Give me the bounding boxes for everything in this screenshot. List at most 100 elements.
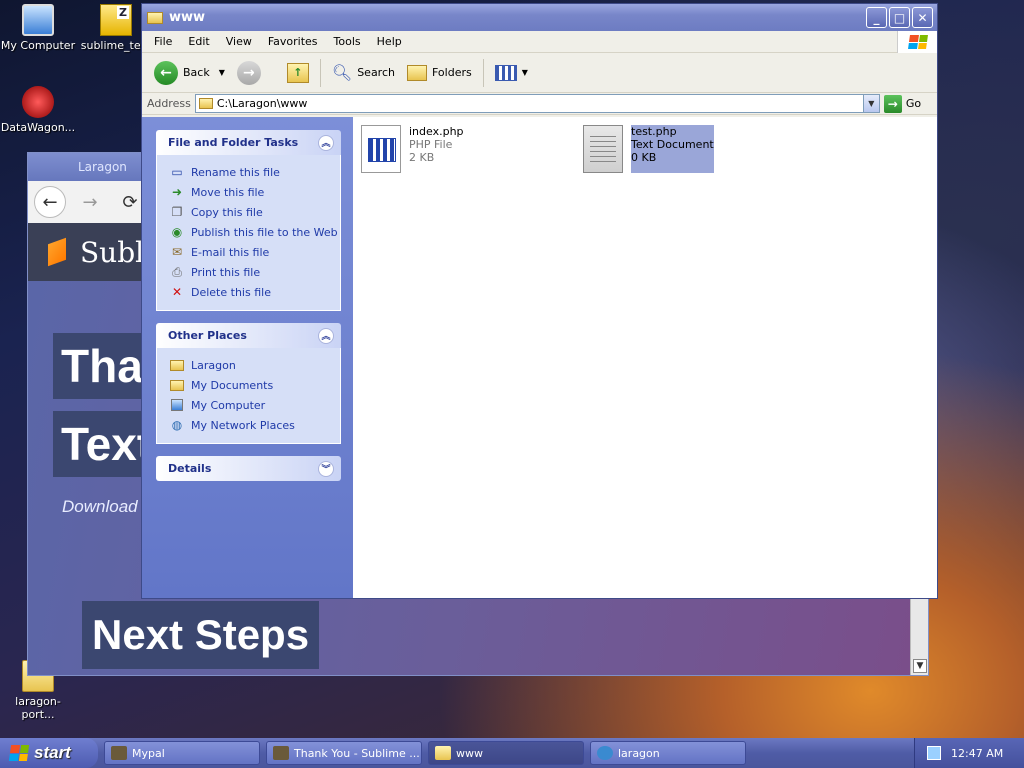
headline-thank: Tha (53, 333, 151, 399)
folder-icon (147, 11, 163, 24)
globe-icon: ◉ (171, 225, 183, 239)
menu-file[interactable]: File (146, 35, 180, 48)
mypal-icon (111, 746, 127, 760)
scroll-down-icon[interactable]: ▼ (913, 659, 927, 673)
folders-button[interactable]: Folders (403, 62, 476, 84)
rename-icon: ▭ (171, 165, 183, 179)
explorer-body: File and Folder Tasks ︽ ▭ Rename this fil… (142, 117, 937, 598)
panel-title: File and Folder Tasks (168, 136, 299, 149)
close-button[interactable]: ✕ (912, 7, 933, 28)
task-pane: File and Folder Tasks ︽ ▭ Rename this fil… (142, 117, 353, 598)
laragon-icon (597, 746, 613, 760)
views-icon (494, 64, 517, 81)
desktop-icon-label: DataWagon... (0, 121, 76, 134)
up-folder-button[interactable]: ↑ (283, 60, 313, 86)
download-text[interactable]: Download (62, 497, 138, 517)
taskbar-button-mypal[interactable]: Mypal (104, 741, 260, 765)
file-list[interactable]: index.php PHP File 2 KB test.php Text Do… (353, 117, 937, 598)
copy-file-link[interactable]: ❐ Copy this file (169, 202, 340, 222)
folder-icon (198, 98, 213, 109)
window-title: www (169, 10, 206, 25)
up-folder-icon: ↑ (286, 62, 309, 83)
desktop-icon-datawagon[interactable]: DataWagon... (0, 86, 76, 134)
move-file-link[interactable]: ➜ Move this file (169, 182, 340, 202)
clock[interactable]: 12:47 AM (951, 747, 1003, 760)
taskbar-label: Mypal (132, 746, 165, 760)
panel-title: Details (168, 462, 212, 475)
address-bar: Address C:\Laragon\www ▼ → Go (142, 93, 937, 115)
desktop-icon-my-computer[interactable]: My Computer (0, 4, 76, 52)
back-button[interactable]: ← Back ▼ (150, 58, 229, 88)
taskbar-label: www (456, 746, 483, 760)
delete-file-link[interactable]: ✕ Delete this file (169, 282, 340, 302)
panel-header[interactable]: Details ︾ (156, 456, 341, 481)
mypal-icon (273, 746, 289, 760)
computer-icon (22, 4, 54, 36)
forward-button[interactable]: → (233, 58, 265, 88)
go-button[interactable]: → Go (883, 94, 922, 113)
expand-icon[interactable]: ︾ (318, 460, 334, 477)
menu-favorites[interactable]: Favorites (260, 35, 326, 48)
file-item-index-php[interactable]: index.php PHP File 2 KB (361, 125, 464, 173)
email-file-link[interactable]: ✉ E-mail this file (169, 242, 340, 262)
menu-help[interactable]: Help (369, 35, 410, 48)
search-icon: 🔍︎ (331, 63, 353, 82)
start-button[interactable]: start (0, 738, 98, 768)
menu-view[interactable]: View (218, 35, 260, 48)
windows-logo-icon (897, 31, 937, 53)
back-arrow-icon[interactable]: ← (34, 186, 66, 218)
file-size: 0 KB (631, 151, 657, 164)
network-icon: ◍ (171, 418, 183, 432)
text-document-icon (583, 125, 623, 173)
panel-header[interactable]: Other Places ︽ (156, 323, 341, 348)
task-label: Move this file (191, 185, 265, 199)
place-my-documents-link[interactable]: My Documents (169, 375, 340, 395)
collapse-icon[interactable]: ︽ (318, 327, 334, 344)
publish-file-link[interactable]: ◉ Publish this file to the Web (169, 222, 340, 242)
panel-title: Other Places (168, 329, 247, 342)
print-file-link[interactable]: ⎙ Print this file (169, 262, 340, 282)
taskbar: start Mypal Thank You - Sublime ... www … (0, 738, 1024, 768)
file-name: test.php (631, 125, 677, 138)
address-input[interactable]: C:\Laragon\www ▼ (194, 94, 880, 113)
place-label: My Documents (191, 378, 274, 392)
maximize-button[interactable]: □ (889, 7, 910, 28)
folder-icon (435, 746, 451, 760)
zip-icon (100, 4, 132, 36)
place-laragon-link[interactable]: Laragon (169, 355, 340, 375)
computer-icon (169, 397, 185, 413)
taskbar-button-sublime[interactable]: Thank You - Sublime ... (266, 741, 422, 765)
folders-label: Folders (431, 66, 472, 79)
explorer-titlebar[interactable]: www _ □ ✕ (142, 4, 937, 31)
collapse-icon[interactable]: ︽ (318, 134, 334, 151)
taskbar-button-www[interactable]: www (428, 741, 584, 765)
menu-tools[interactable]: Tools (326, 35, 369, 48)
forward-arrow-icon[interactable]: → (74, 186, 106, 218)
taskbar-label: laragon (618, 746, 660, 760)
panel-header[interactable]: File and Folder Tasks ︽ (156, 130, 341, 155)
views-button[interactable]: ▼ (491, 62, 532, 84)
address-dropdown-icon[interactable]: ▼ (862, 95, 879, 112)
search-button[interactable]: 🔍︎ Search (328, 60, 399, 85)
place-label: My Computer (191, 398, 266, 412)
go-label: Go (905, 97, 922, 110)
menu-edit[interactable]: Edit (180, 35, 217, 48)
file-folder-tasks-panel: File and Folder Tasks ︽ ▭ Rename this fil… (156, 130, 341, 311)
copy-icon: ❐ (171, 205, 183, 219)
address-label: Address (147, 97, 191, 110)
explorer-window[interactable]: www _ □ ✕ File Edit View Favorites Tools… (141, 3, 938, 599)
tray-app-icon[interactable] (927, 746, 941, 760)
file-item-test-php[interactable]: test.php Text Document 0 KB (583, 125, 714, 173)
taskbar-button-laragon[interactable]: laragon (590, 741, 746, 765)
file-name: index.php (409, 125, 464, 138)
back-arrow-icon: ← (154, 60, 178, 85)
chevron-down-icon[interactable]: ▼ (219, 68, 225, 77)
desktop-icon-label: laragon-port... (15, 695, 61, 721)
rename-file-link[interactable]: ▭ Rename this file (169, 162, 340, 182)
place-my-computer-link[interactable]: My Computer (169, 395, 340, 415)
go-arrow-icon: → (883, 94, 902, 113)
task-label: Copy this file (191, 205, 263, 219)
minimize-button[interactable]: _ (866, 7, 887, 28)
panel-body: Laragon My Documents My Computer ◍ My Net… (156, 348, 341, 444)
place-network-link[interactable]: ◍ My Network Places (169, 415, 340, 435)
